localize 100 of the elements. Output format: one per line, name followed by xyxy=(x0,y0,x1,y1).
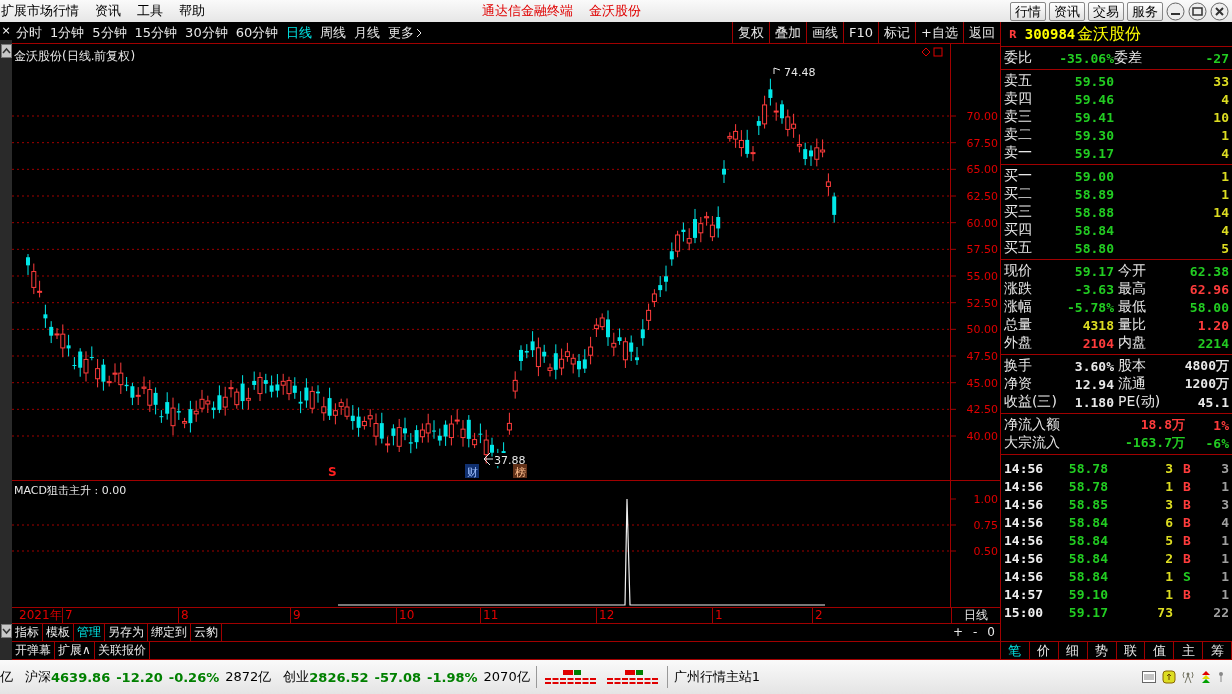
zoom-control[interactable]: - xyxy=(968,624,983,641)
order-level-label: 买二 xyxy=(1004,185,1033,203)
tool-tab[interactable]: 管理 xyxy=(74,624,105,641)
top-button[interactable]: 服务 xyxy=(1127,1,1163,21)
quote-tab[interactable]: 筹 xyxy=(1203,642,1232,659)
maximize-icon[interactable] xyxy=(1188,1,1207,21)
period-tab[interactable]: 月线 xyxy=(350,23,385,42)
top-button[interactable]: 行情 xyxy=(1010,1,1046,21)
quote-tab[interactable]: 值 xyxy=(1145,642,1175,659)
market-breadth-icon xyxy=(542,668,599,686)
chart-tool-button[interactable]: 画线 xyxy=(806,22,844,43)
chart-tool-button[interactable]: 标记 xyxy=(878,22,916,43)
order-level-label: 卖二 xyxy=(1004,126,1033,144)
trade-count: 1 xyxy=(1220,532,1229,548)
trade-volume: 2 xyxy=(1164,550,1173,566)
zoom-control[interactable]: 0 xyxy=(982,624,1000,641)
app-title: 通达信金融终端 xyxy=(482,2,573,20)
menu-item[interactable]: 帮助 xyxy=(171,2,213,20)
period-tab[interactable]: 60分钟 xyxy=(231,23,283,42)
trade-count: 3 xyxy=(1220,496,1229,512)
tool-tab[interactable]: 绑定到 xyxy=(148,624,191,641)
low-price-label: 37.88 xyxy=(494,454,526,467)
signal-arrows-icon[interactable] xyxy=(1200,670,1212,684)
chart-options-icon[interactable] xyxy=(921,47,943,57)
quote-tab[interactable]: 联 xyxy=(1116,642,1146,659)
close-button[interactable]: × xyxy=(0,22,12,40)
tool-tab[interactable]: 指标 xyxy=(12,624,43,641)
tool-tab[interactable]: 模板 xyxy=(43,624,74,641)
quote-tab[interactable]: 主 xyxy=(1174,642,1204,659)
chart-tool-button[interactable]: 复权 xyxy=(732,22,770,43)
order-level-label: 买五 xyxy=(1004,239,1033,257)
quote-label: 收益(三) xyxy=(1004,393,1058,411)
quote-value: 1.180 xyxy=(1073,394,1114,410)
period-tab[interactable]: 周线 xyxy=(316,23,351,42)
tool-tab[interactable]: 另存为 xyxy=(105,624,148,641)
minimize-icon[interactable] xyxy=(1166,1,1185,21)
trade-volume: 1 xyxy=(1164,568,1173,584)
stock-title: 金沃股份 xyxy=(589,2,641,20)
coin-icon[interactable] xyxy=(1162,670,1176,684)
extra-tab[interactable]: 关联报价 xyxy=(94,642,150,659)
period-tab[interactable]: 15分钟 xyxy=(130,23,182,42)
chart-tool-button[interactable]: F10 xyxy=(843,22,879,43)
trade-side: B xyxy=(1182,532,1192,548)
price-label: 40.00 xyxy=(966,430,998,443)
trade-volume: 1 xyxy=(1164,586,1173,602)
extra-tab[interactable]: 扩展∧ xyxy=(55,642,95,659)
menu-item[interactable]: 扩展市场行情 xyxy=(0,2,87,20)
trade-count: 1 xyxy=(1220,568,1229,584)
menu-item[interactable]: 工具 xyxy=(129,2,171,20)
indicator-axis-label: 1.00 xyxy=(973,493,998,506)
scroll-down-icon[interactable] xyxy=(0,624,12,638)
trade-volume: 73 xyxy=(1156,604,1173,620)
order-price: 59.00 xyxy=(1073,168,1114,184)
more-menu[interactable]: 更多 xyxy=(384,23,429,42)
quote-value: -35.06% xyxy=(1058,50,1114,66)
order-level-label: 卖一 xyxy=(1004,144,1033,162)
trade-count: 1 xyxy=(1220,550,1229,566)
quote-label: 股本 xyxy=(1117,357,1147,375)
order-volume: 5 xyxy=(1220,240,1229,256)
chart-tool-button[interactable]: +自选 xyxy=(915,22,963,43)
chart-tool-button[interactable]: 返回 xyxy=(963,22,1000,43)
order-level-label: 卖五 xyxy=(1004,72,1033,90)
trade-side: B xyxy=(1182,550,1192,566)
tool-tab[interactable]: 云豹 xyxy=(191,624,222,641)
list-icon[interactable] xyxy=(1142,671,1156,683)
quote-value: 4318 xyxy=(1081,317,1114,333)
zoom-control[interactable]: + xyxy=(947,624,968,641)
date-label: 2021年 xyxy=(18,608,62,623)
period-tab[interactable]: 分时 xyxy=(12,23,46,42)
menu-item[interactable]: 资讯 xyxy=(87,2,129,20)
period-tab[interactable]: 1分钟 xyxy=(46,23,89,42)
trade-count: 22 xyxy=(1212,604,1229,620)
period-tab[interactable]: 30分钟 xyxy=(181,23,232,42)
order-price: 59.46 xyxy=(1073,91,1114,107)
quote-label: 最高 xyxy=(1117,280,1147,298)
price-label: 55.00 xyxy=(966,270,998,283)
top-button[interactable]: 交易 xyxy=(1088,1,1124,21)
order-volume: 4 xyxy=(1220,145,1229,161)
extra-tab[interactable]: 开弹幕 xyxy=(12,642,55,659)
top-button[interactable]: 资讯 xyxy=(1049,1,1085,21)
period-tab[interactable]: 5分钟 xyxy=(88,23,131,42)
date-label: 8 xyxy=(178,608,189,623)
order-price: 58.88 xyxy=(1073,204,1114,220)
high-pointer-icon xyxy=(773,67,781,75)
quote-tab[interactable]: 势 xyxy=(1087,642,1117,659)
quote-tab[interactable]: 笔 xyxy=(1001,642,1030,659)
date-label: 10 xyxy=(396,608,415,623)
order-volume: 10 xyxy=(1212,109,1229,125)
trade-side: B xyxy=(1182,586,1192,602)
pin-icon[interactable] xyxy=(1218,670,1224,684)
trade-time: 14:56 xyxy=(1004,496,1045,512)
trade-time: 14:56 xyxy=(1004,532,1045,548)
quote-tab[interactable]: 细 xyxy=(1058,642,1088,659)
close-icon[interactable] xyxy=(1210,1,1229,21)
antenna-icon[interactable] xyxy=(1182,670,1194,684)
scroll-up-icon[interactable] xyxy=(0,44,12,58)
period-tab[interactable]: 日线 xyxy=(282,23,317,42)
chart-tool-button[interactable]: 叠加 xyxy=(769,22,807,43)
quote-tab[interactable]: 价 xyxy=(1029,642,1059,659)
flow-label: 净流入额 xyxy=(1004,416,1061,434)
